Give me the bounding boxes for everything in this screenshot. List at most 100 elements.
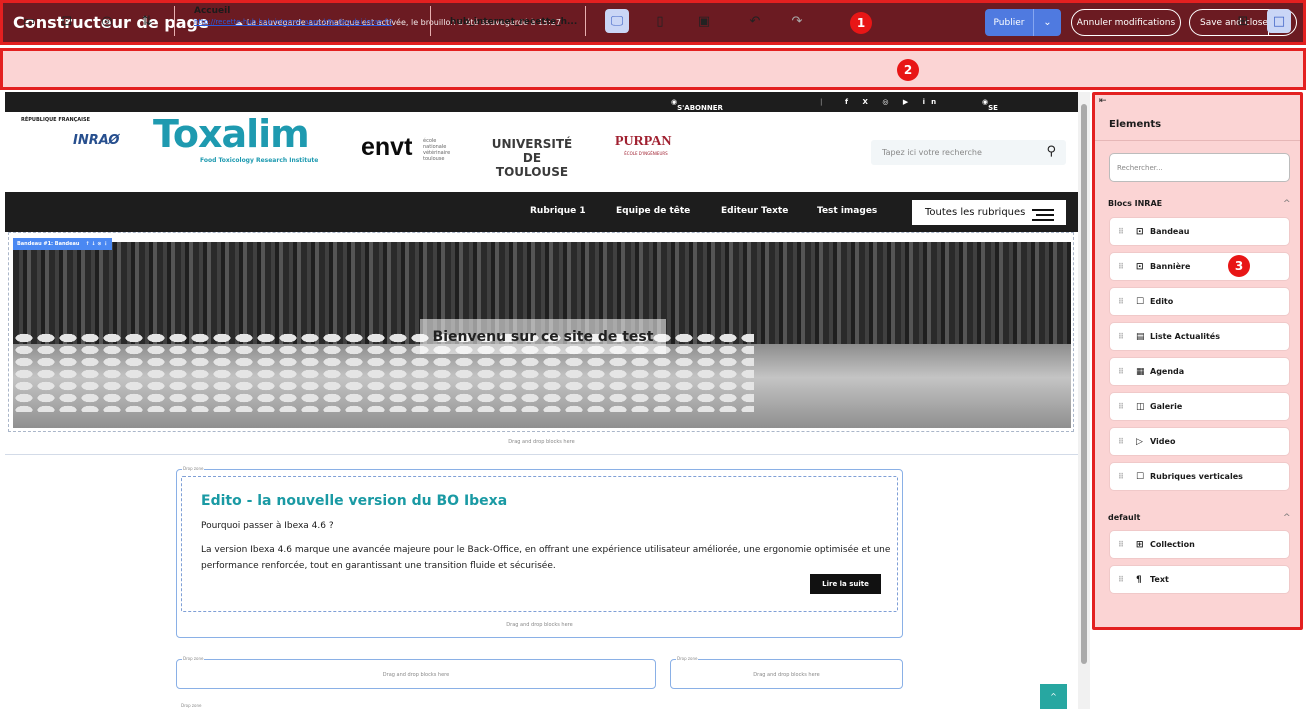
drag-handle-icon[interactable]: ⠿ — [1118, 402, 1136, 411]
subscribe-link[interactable]: ◉ S'ABONNER AUX ACTUALITÉS — [671, 98, 725, 128]
publish-button[interactable]: Publier ⌄ — [985, 9, 1061, 36]
page-info: Accueil http://recette-hub.hub-internet.… — [194, 6, 392, 26]
collapse-panel-icon[interactable]: ⇤ — [1099, 96, 1107, 106]
purpan-logo: PURPAN — [615, 134, 672, 149]
main-nav: Rubrique 1 Equipe de tête Editeur Texte … — [5, 192, 1078, 232]
drop-zone-label: Drop zone — [181, 703, 202, 708]
drag-handle-icon[interactable]: ⠿ — [1118, 227, 1136, 236]
element-label: Galerie — [1150, 402, 1183, 411]
gallery-icon: ◫ — [1136, 401, 1145, 412]
drag-handle-icon[interactable]: ⠿ — [1118, 575, 1136, 584]
cancel-changes-button[interactable]: Annuler modifications — [1071, 9, 1181, 36]
element-liste-actualites[interactable]: ⠿ ▤ Liste Actualités — [1109, 322, 1290, 351]
tablet-preview-icon[interactable]: ▣ — [694, 11, 714, 31]
element-agenda[interactable]: ⠿ ▦ Agenda — [1109, 357, 1290, 386]
utility-bar: ◉ S'ABONNER AUX ACTUALITÉS | f X ◎ ▶ in … — [5, 92, 1078, 128]
element-edito[interactable]: ⠿ ☐ Edito — [1109, 287, 1290, 316]
drag-handle-icon[interactable]: ⠿ — [1118, 437, 1136, 446]
universite-toulouse-logo: UNIVERSITÉ DE TOULOUSE — [491, 137, 573, 179]
divider — [585, 6, 586, 36]
drop-zone-label: Drop zone — [182, 656, 205, 661]
dnd-hint: Drag and drop blocks here — [753, 672, 820, 678]
structure-tree-icon[interactable]: ⊞ — [1233, 11, 1253, 31]
divider — [1095, 140, 1300, 141]
site-search-input[interactable]: Tapez ici votre recherche ⚲ — [871, 140, 1066, 165]
mobile-preview-icon[interactable]: ▯ — [650, 11, 670, 31]
bandeau-icon: ⊡ — [1136, 226, 1144, 237]
element-label: Collection — [1150, 540, 1195, 549]
search-icon[interactable]: ⚲ — [1046, 144, 1056, 159]
drag-handle-icon[interactable]: ⠿ — [1118, 472, 1136, 481]
element-galerie[interactable]: ⠿ ◫ Galerie — [1109, 392, 1290, 421]
annotation-badge-3: 3 — [1228, 255, 1250, 277]
page-settings-icon[interactable]: ⊡ — [57, 11, 77, 31]
back-to-top-button[interactable]: ^ — [1040, 684, 1067, 709]
element-label: Rubriques verticales — [1150, 472, 1243, 481]
element-banniere[interactable]: ⠿ ⊡ Bannière — [1109, 252, 1290, 281]
read-more-button[interactable]: Lire la suite — [810, 574, 881, 594]
user-view-icon[interactable]: ◎ — [97, 11, 117, 31]
group-default[interactable]: default — [1108, 513, 1140, 522]
envt-logo: envt — [361, 133, 413, 161]
drag-handle-icon[interactable]: ⠿ — [1118, 332, 1136, 341]
nav-item-editeur[interactable]: Editeur Texte — [721, 206, 788, 216]
scrollbar-thumb[interactable] — [1081, 104, 1087, 664]
drop-zone-label: Drop zone — [676, 656, 699, 661]
page-url-link[interactable]: http://recette-hub.hub-internet.apps.k8s… — [194, 18, 392, 26]
drop-zone-2[interactable]: Drop zone Drag and drop blocks here — [176, 656, 656, 689]
group-blocs-inrae[interactable]: Blocs INRAE — [1108, 199, 1162, 208]
canvas-scrollbar[interactable] — [1078, 92, 1090, 709]
elements-panel-icon[interactable]: □ — [1267, 9, 1291, 33]
site-name[interactable]: hub_internet_recette_h... — [450, 17, 577, 27]
element-rubriques-verticales[interactable]: ⠿ ☐ Rubriques verticales — [1109, 462, 1290, 491]
chevron-down-icon[interactable]: ⌄ — [1033, 9, 1061, 36]
chevron-up-icon[interactable]: ^ — [1283, 513, 1291, 523]
drag-handle-icon[interactable]: ⠿ — [1118, 297, 1136, 306]
chevron-up-icon[interactable]: ^ — [1283, 199, 1291, 209]
block-actions-icon[interactable]: ↑ ↓ ⊙ ⋮ — [85, 241, 108, 247]
sidebar-toggle-icon[interactable]: ▭ — [19, 11, 39, 31]
toxalim-logo[interactable]: Toxalim — [153, 112, 310, 156]
dnd-hint: Drag and drop blocks here — [506, 622, 573, 628]
drag-handle-icon[interactable]: ⠿ — [1118, 262, 1136, 271]
divider — [430, 6, 431, 36]
element-bandeau[interactable]: ⠿ ⊡ Bandeau — [1109, 217, 1290, 246]
inrae-logo: INRAØ — [73, 133, 120, 148]
search-placeholder: Tapez ici votre recherche — [882, 148, 982, 157]
block-label[interactable]: Bandeau #1: Bandeau ↑ ↓ ⊙ ⋮ — [13, 238, 113, 250]
paragraph-icon: ¶ — [1136, 574, 1142, 585]
undo-icon[interactable]: ↶ — [745, 11, 765, 31]
login-link[interactable]: ◉ SE CONNECTER — [982, 98, 1036, 120]
menu-icon[interactable] — [1032, 206, 1054, 224]
drag-handle-icon[interactable]: ⠿ — [1118, 540, 1136, 549]
banniere-icon: ⊡ — [1136, 261, 1144, 272]
edito-icon: ☐ — [1136, 296, 1145, 307]
element-label: Bandeau — [1150, 227, 1190, 236]
nav-item-rubrique-1[interactable]: Rubrique 1 — [530, 206, 586, 216]
element-video[interactable]: ⠿ ▷ Video — [1109, 427, 1290, 456]
news-list-icon: ▤ — [1136, 331, 1145, 342]
annotation-badge-1: 1 — [850, 12, 872, 34]
nav-item-test-images[interactable]: Test images — [817, 206, 877, 216]
nav-item-equipe[interactable]: Equipe de tête — [616, 206, 690, 216]
element-label: Video — [1150, 437, 1176, 446]
all-sections-label[interactable]: Toutes les rubriques — [925, 207, 1025, 218]
redo-icon[interactable]: ↷ — [787, 11, 807, 31]
divider — [174, 6, 175, 36]
elements-search-input[interactable]: Rechercher... — [1109, 153, 1290, 182]
collection-icon: ⊞ — [1136, 539, 1144, 550]
social-icons[interactable]: f X ◎ ▶ in — [845, 98, 942, 106]
all-sections-button[interactable]: Toutes les rubriques — [912, 200, 1066, 225]
calendar-icon: ▦ — [1136, 366, 1145, 377]
drop-zone-3[interactable]: Drop zone Drag and drop blocks here — [670, 656, 903, 689]
publish-label[interactable]: Publier — [985, 9, 1033, 36]
desktop-preview-icon[interactable]: 🖵 — [605, 9, 629, 33]
envt-subtitle: école nationale vétérinaire toulouse — [423, 138, 451, 162]
element-label: Edito — [1150, 297, 1174, 306]
element-text[interactable]: ⠿ ¶ Text — [1109, 565, 1290, 594]
drag-handle-icon[interactable]: ⠿ — [1118, 367, 1136, 376]
sort-icon[interactable]: ⇅ — [137, 11, 157, 31]
divider: | — [820, 98, 823, 106]
dnd-hint: Drag and drop blocks here — [382, 672, 450, 678]
element-collection[interactable]: ⠿ ⊞ Collection — [1109, 530, 1290, 559]
